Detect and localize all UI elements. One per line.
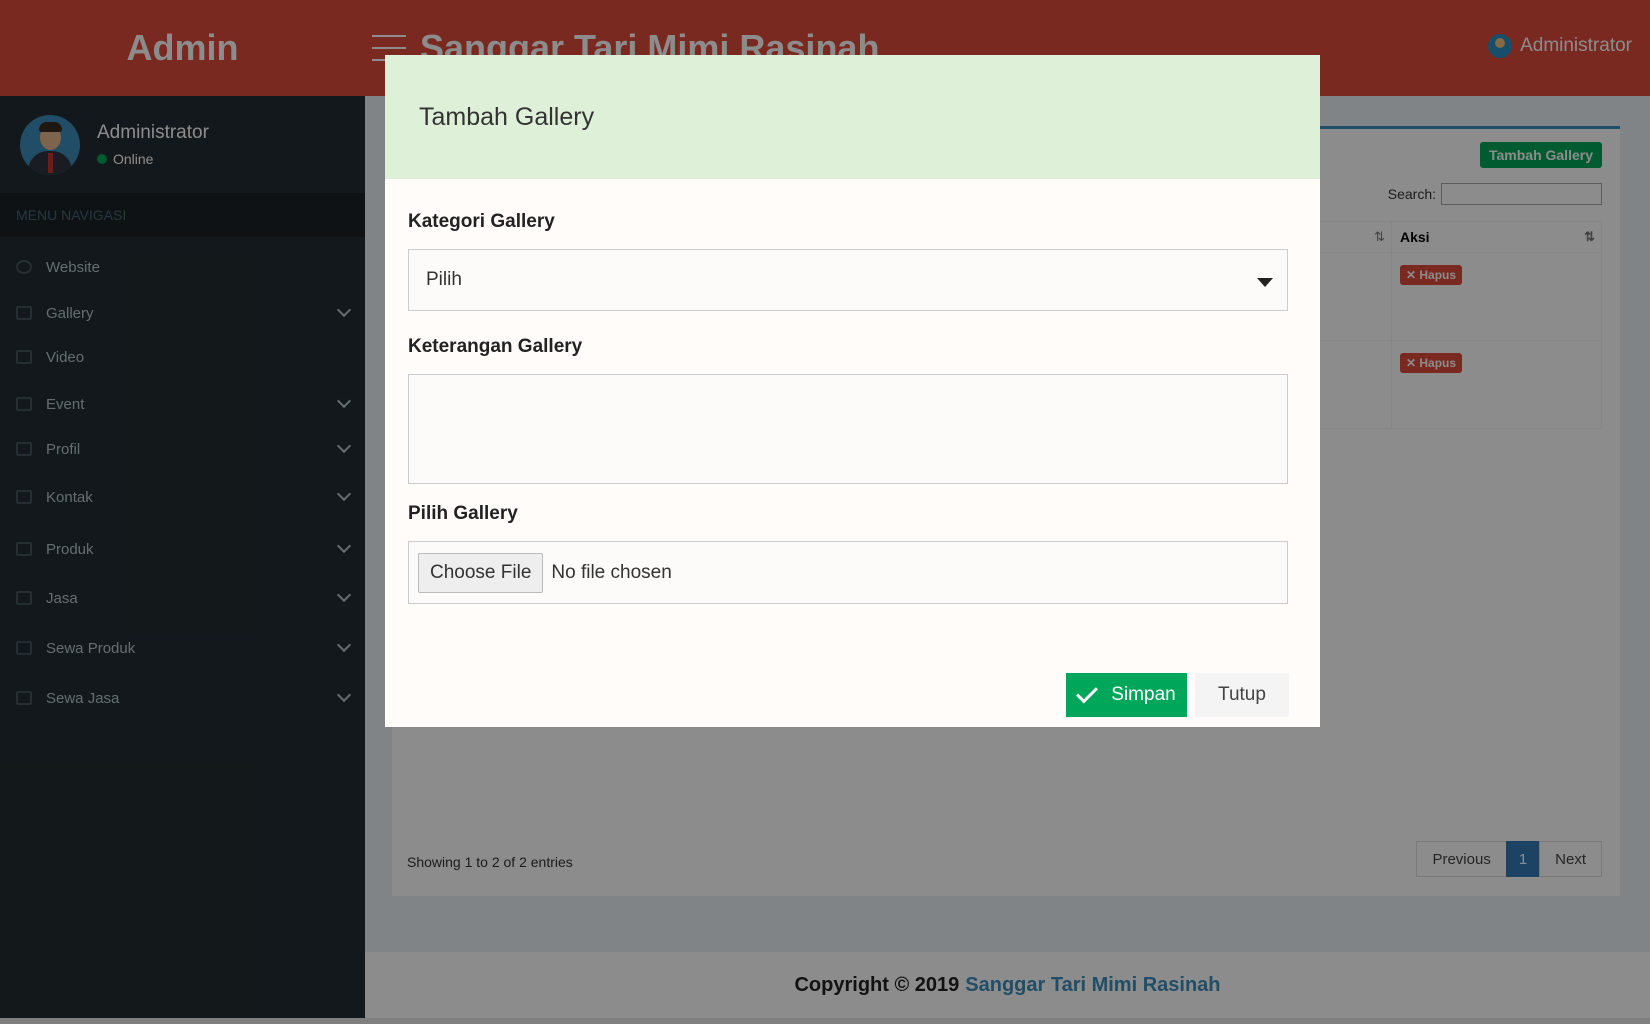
add-gallery-modal: Tambah Gallery Kategori Gallery Pilih Ke…: [385, 55, 1320, 727]
caret-down-icon: [1257, 278, 1273, 287]
kategori-selected-value: Pilih: [426, 269, 462, 290]
check-icon: [1076, 681, 1099, 704]
save-button-label: Simpan: [1111, 684, 1176, 705]
modal-title: Tambah Gallery: [419, 102, 595, 131]
file-status: No file chosen: [551, 561, 672, 583]
kategori-label: Kategori Gallery: [408, 211, 555, 232]
kategori-select[interactable]: Pilih: [408, 249, 1288, 311]
keterangan-textarea[interactable]: [408, 374, 1288, 484]
file-input[interactable]: Choose File No file chosen: [408, 541, 1288, 604]
choose-file-button[interactable]: Choose File: [418, 552, 544, 593]
keterangan-label: Keterangan Gallery: [408, 336, 583, 357]
modal-header: Tambah Gallery: [385, 55, 1320, 179]
close-button[interactable]: Tutup: [1195, 673, 1289, 717]
save-button[interactable]: Simpan: [1066, 673, 1187, 717]
pilih-gallery-label: Pilih Gallery: [408, 503, 518, 524]
